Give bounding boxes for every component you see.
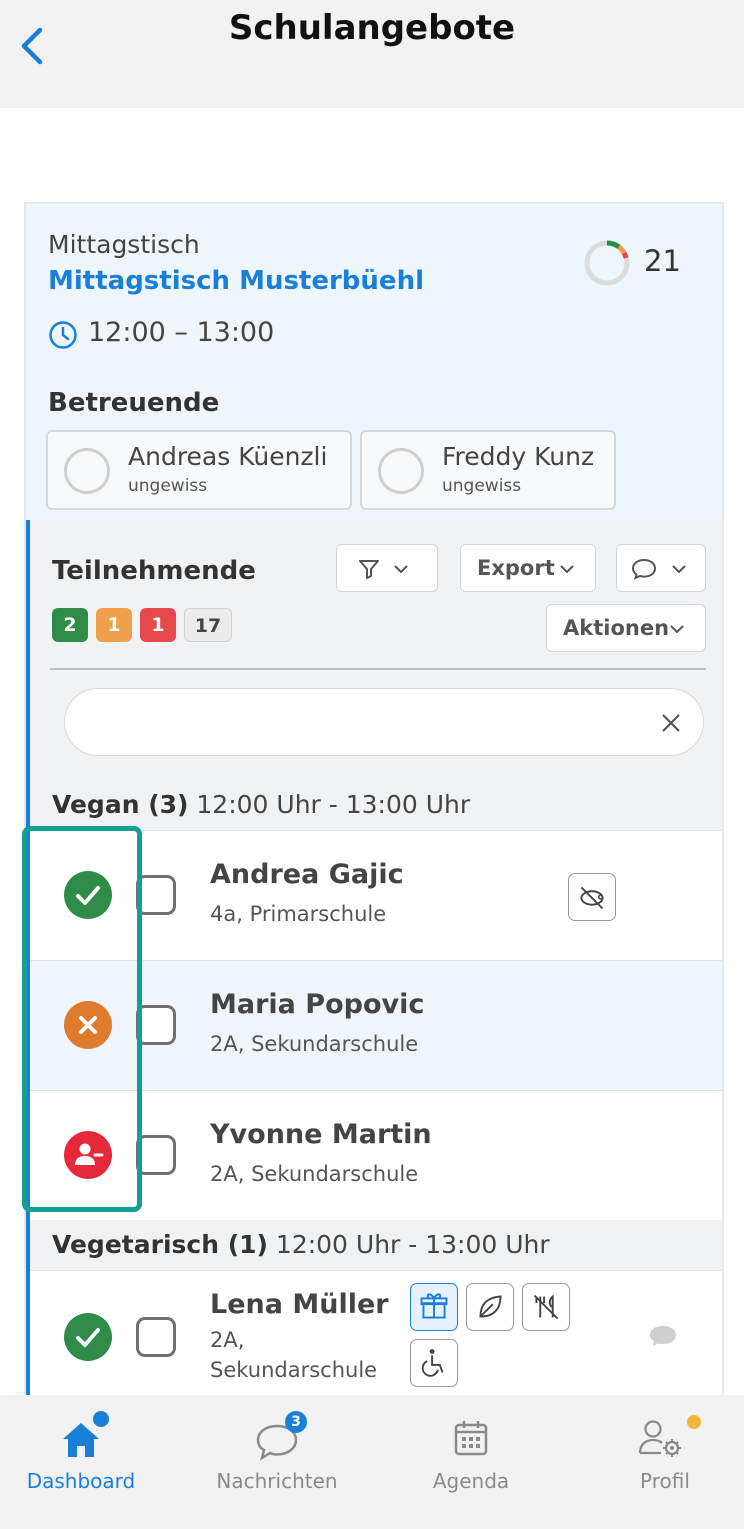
participant-info: 2A, Sekundarschule	[210, 1032, 419, 1056]
nav-dashboard[interactable]: Dashboard	[0, 1411, 174, 1493]
occupancy-donut-icon	[584, 240, 630, 286]
filter-icon	[359, 560, 379, 579]
caregiver-status: ungewiss	[128, 476, 208, 496]
page-title: Schulangebote	[228, 8, 516, 48]
list-item[interactable]: Lena Müller 2A, Sekundarschule	[30, 1270, 722, 1402]
status-highlight-frame	[22, 826, 142, 1212]
group-header-vegetarian: Vegetarisch (1) 12:00 Uhr - 13:00 Uhr	[30, 1220, 722, 1270]
offer-time: 12:00 – 13:00	[88, 317, 275, 348]
check-status-icon[interactable]	[64, 1313, 112, 1361]
status-badge-present: 2	[52, 608, 88, 642]
unread-count-badge: 3	[285, 1411, 307, 1433]
select-checkbox[interactable]	[136, 1135, 176, 1175]
leaf-icon	[466, 1283, 514, 1331]
home-icon-wrap	[53, 1411, 109, 1459]
notification-dot	[687, 1415, 701, 1429]
filter-button[interactable]	[336, 544, 438, 592]
divider	[50, 668, 706, 670]
participants-title: Teilnehmende	[52, 556, 256, 586]
participant-info-line-1: 2A,	[210, 1328, 245, 1352]
chevron-down-icon	[394, 565, 408, 574]
group-time: 12:00 Uhr - 13:00 Uhr	[188, 790, 471, 819]
select-checkbox[interactable]	[136, 1317, 176, 1357]
chat-icon-wrap: 3	[247, 1411, 307, 1461]
nav-label: Agenda	[432, 1469, 510, 1493]
no-pork-icon	[568, 873, 616, 921]
offer-category: Mittagstisch	[48, 230, 200, 259]
participant-name: Andrea Gajic	[210, 859, 404, 890]
nav-profile[interactable]: Profil	[572, 1411, 744, 1493]
nav-agenda[interactable]: Agenda	[378, 1411, 564, 1493]
status-badge-excused: 1	[140, 608, 176, 642]
wheelchair-icon	[410, 1339, 458, 1387]
gift-icon	[410, 1283, 458, 1331]
status-badge-open: 17	[184, 608, 232, 642]
clear-search-icon[interactable]	[660, 712, 682, 734]
caregivers-heading: Betreuende	[48, 388, 220, 418]
participant-name: Lena Müller	[210, 1289, 389, 1320]
clock-icon	[49, 321, 77, 349]
caregiver-name: Freddy Kunz	[442, 442, 595, 471]
select-checkbox[interactable]	[136, 1005, 176, 1045]
chevron-down-icon	[672, 565, 686, 574]
no-cutlery-icon	[522, 1283, 570, 1331]
offer-card: Mittagstisch Mittagstisch Musterbüehl 12…	[24, 202, 724, 1402]
group-label: Vegetarisch (1)	[52, 1230, 268, 1259]
chevron-down-icon	[560, 565, 574, 574]
group-header-vegan: Vegan (3) 12:00 Uhr - 13:00 Uhr	[30, 780, 722, 830]
caregiver-name: Andreas Küenzli	[128, 442, 328, 471]
bottom-navigation: Dashboard 3 Nachrichten Agenda Profil	[0, 1395, 744, 1529]
nav-label: Profil	[640, 1469, 690, 1493]
actions-button[interactable]: Aktionen	[546, 604, 706, 652]
search-input[interactable]	[64, 688, 704, 756]
caregiver-status: ungewiss	[442, 476, 522, 496]
actions-label: Aktionen	[563, 616, 670, 640]
avatar	[378, 448, 424, 494]
offer-name-link[interactable]: Mittagstisch Musterbüehl	[48, 266, 424, 296]
group-label: Vegan (3)	[52, 790, 189, 819]
participant-name: Maria Popovic	[210, 989, 425, 1020]
chat-bubble-icon	[631, 558, 657, 580]
caregiver-chip[interactable]: Freddy Kunz ungewiss	[360, 430, 616, 510]
caregiver-chip[interactable]: Andreas Küenzli ungewiss	[46, 430, 352, 510]
avatar	[64, 448, 110, 494]
chevron-down-icon	[670, 625, 684, 634]
calendar-icon-wrap	[443, 1411, 499, 1459]
message-button[interactable]	[616, 544, 706, 592]
participant-info: 4a, Primarschule	[210, 902, 387, 926]
notification-dot	[93, 1411, 109, 1427]
export-button[interactable]: Export	[460, 544, 596, 592]
nav-messages[interactable]: 3 Nachrichten	[184, 1411, 370, 1493]
comment-icon[interactable]	[648, 1323, 678, 1349]
group-time: 12:00 Uhr - 13:00 Uhr	[267, 1230, 550, 1259]
calendar-icon	[454, 1421, 488, 1456]
export-label: Export	[477, 556, 555, 580]
select-checkbox[interactable]	[136, 875, 176, 915]
nav-label: Dashboard	[26, 1469, 136, 1493]
participant-count: 21	[644, 244, 681, 278]
status-badge-absent: 1	[96, 608, 132, 642]
participant-name: Yvonne Martin	[210, 1119, 432, 1150]
profile-icon-wrap	[633, 1411, 701, 1459]
offer-summary: Mittagstisch Mittagstisch Musterbüehl 12…	[26, 204, 722, 520]
participant-info-line-2: Sekundarschule	[210, 1358, 378, 1382]
participant-info: 2A, Sekundarschule	[210, 1162, 419, 1186]
nav-label: Nachrichten	[216, 1469, 338, 1493]
profile-settings-icon	[638, 1420, 681, 1457]
